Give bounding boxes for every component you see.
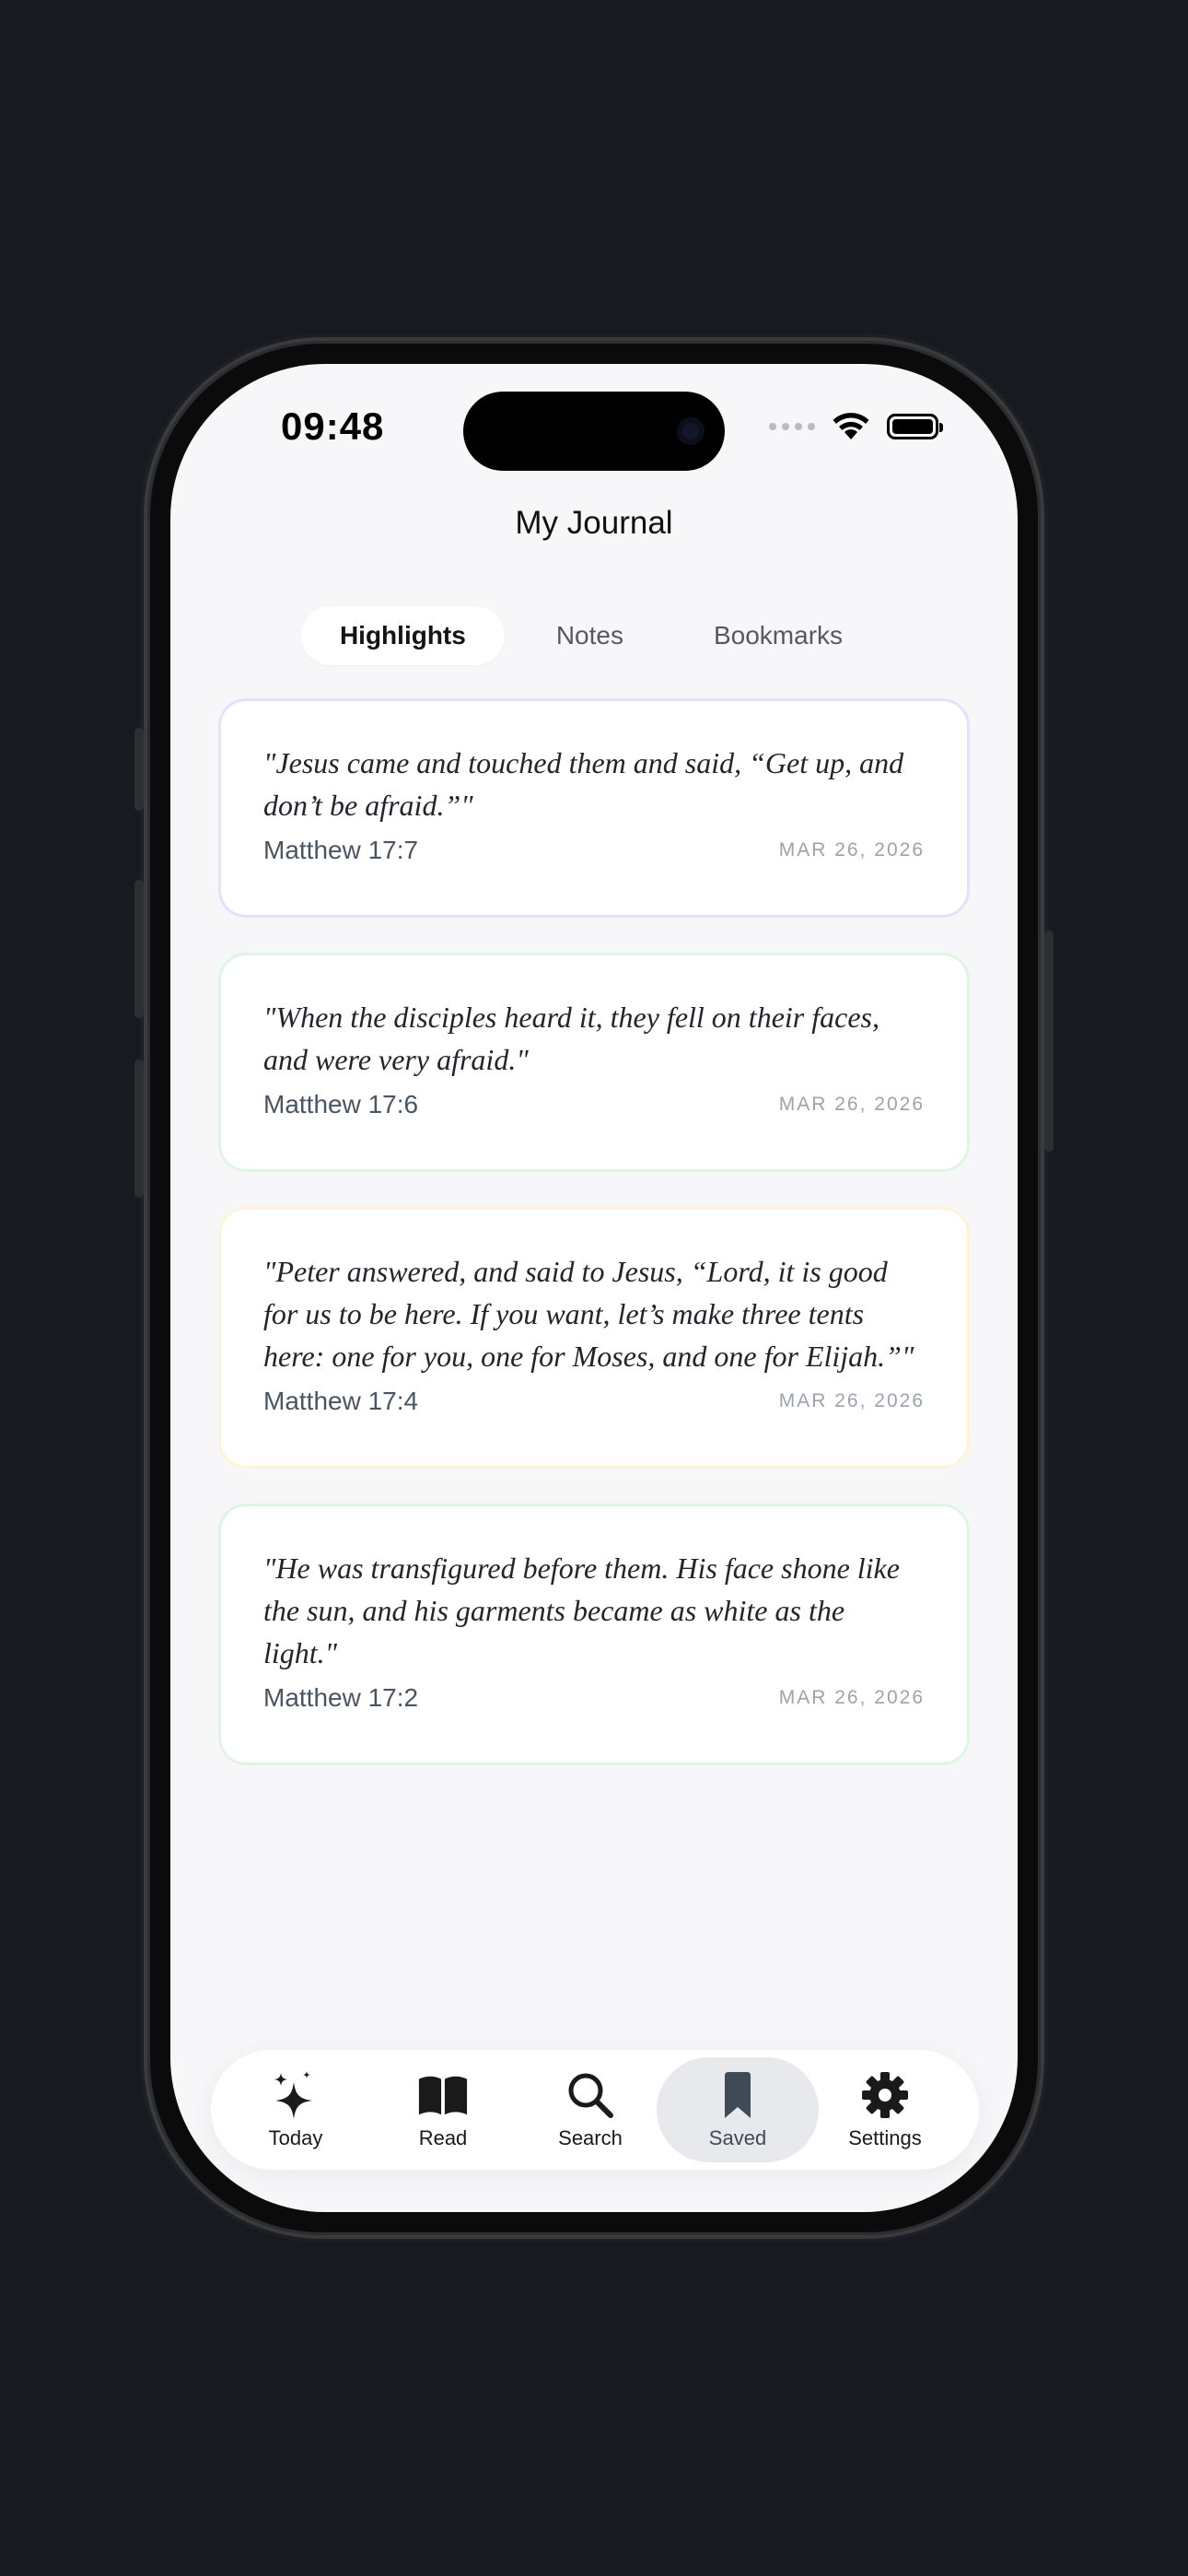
camera-icon (677, 417, 705, 445)
highlight-card[interactable]: "When the disciples heard it, they fell … (218, 953, 970, 1172)
status-icons (769, 410, 943, 443)
tabbar-read[interactable]: Read (362, 2057, 524, 2162)
highlight-card[interactable]: "Peter answered, and said to Jesus, “Lor… (218, 1207, 970, 1469)
cellular-signal-icon (769, 423, 815, 430)
gear-icon (859, 2069, 911, 2121)
highlight-card[interactable]: "He was transfigured before them. His fa… (218, 1504, 970, 1765)
segmented-tabs: Highlights Notes Bookmarks (170, 606, 1018, 665)
tab-bookmarks[interactable]: Bookmarks (675, 606, 881, 665)
battery-icon (887, 414, 943, 439)
highlight-card[interactable]: "Jesus came and touched them and said, “… (218, 698, 970, 918)
verse-reference: Matthew 17:7 (263, 836, 419, 864)
tab-highlights[interactable]: Highlights (300, 606, 505, 665)
power-button (1044, 931, 1054, 1152)
highlight-quote: "Peter answered, and said to Jesus, “Lor… (263, 1255, 914, 1373)
tab-notes[interactable]: Notes (518, 606, 662, 665)
volume-up-button (134, 880, 144, 1018)
tabbar-today[interactable]: Today (215, 2057, 377, 2162)
tabbar-search[interactable]: Search (509, 2057, 671, 2162)
app-screen: 09:48 My Journal Highlights Notes Bookma… (170, 364, 1018, 2212)
page-title: My Journal (515, 505, 673, 541)
highlight-date: MAR 26, 2026 (778, 1094, 925, 1115)
volume-down-button (134, 1060, 144, 1198)
sparkles-icon (270, 2069, 321, 2121)
action-button (134, 728, 144, 811)
highlight-quote: "Jesus came and touched them and said, “… (263, 746, 904, 822)
highlight-date: MAR 26, 2026 (778, 839, 925, 861)
tabbar-label: Today (268, 2126, 323, 2149)
verse-reference: Matthew 17:6 (263, 1090, 419, 1118)
bookmark-icon (712, 2069, 763, 2121)
verse-reference: Matthew 17:4 (263, 1387, 419, 1415)
highlight-quote: "When the disciples heard it, they fell … (263, 1001, 879, 1076)
book-icon (417, 2069, 469, 2121)
highlight-date: MAR 26, 2026 (778, 1390, 925, 1411)
tabbar-settings[interactable]: Settings (804, 2057, 966, 2162)
status-time: 09:48 (281, 404, 385, 448)
search-icon (565, 2069, 616, 2121)
dynamic-island (463, 392, 725, 471)
verse-reference: Matthew 17:2 (263, 1683, 419, 1712)
wifi-icon (833, 413, 869, 439)
highlight-date: MAR 26, 2026 (778, 1687, 925, 1708)
tabbar-label: Search (558, 2126, 623, 2149)
tabbar-label: Settings (848, 2126, 922, 2149)
tabbar-label: Saved (708, 2126, 767, 2149)
tabbar-saved[interactable]: Saved (657, 2057, 819, 2162)
highlight-quote: "He was transfigured before them. His fa… (263, 1551, 900, 1669)
tabbar-label: Read (418, 2126, 468, 2149)
bottom-tab-bar: Today Read Search Saved Settings (211, 2050, 979, 2170)
